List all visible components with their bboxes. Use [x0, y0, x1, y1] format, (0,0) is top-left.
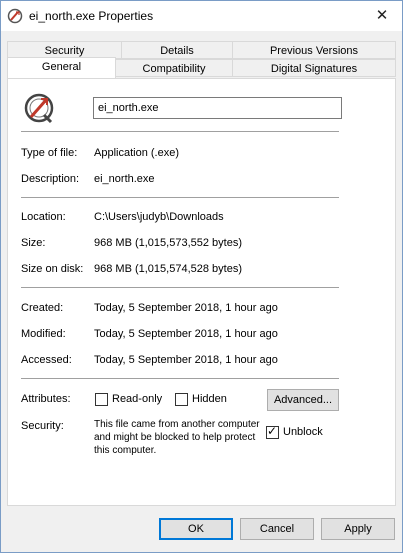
tab-previous-versions[interactable]: Previous Versions [232, 41, 396, 59]
description-value: ei_north.exe [94, 173, 155, 185]
type-of-file-value: Application (.exe) [94, 147, 179, 159]
window-title: ei_north.exe Properties [29, 9, 154, 23]
security-label: Security: [21, 420, 64, 432]
modified-value: Today, 5 September 2018, 1 hour ago [94, 328, 278, 340]
created-value: Today, 5 September 2018, 1 hour ago [94, 302, 278, 314]
divider [21, 131, 339, 132]
ok-button[interactable]: OK [159, 518, 233, 540]
divider [21, 287, 339, 288]
tab-compatibility[interactable]: Compatibility [115, 59, 233, 77]
size-on-disk-value: 968 MB (1,015,574,528 bytes) [94, 263, 242, 275]
unblock-label[interactable]: Unblock [283, 426, 323, 438]
readonly-label[interactable]: Read-only [112, 393, 162, 405]
size-on-disk-label: Size on disk: [21, 263, 84, 275]
tab-details[interactable]: Details [121, 41, 233, 59]
accessed-label: Accessed: [21, 354, 72, 366]
file-name-field[interactable]: ei_north.exe [93, 97, 342, 119]
file-icon [24, 93, 54, 124]
properties-window: ei_north.exe Properties ✕ Security Detai… [0, 0, 403, 553]
description-label: Description: [21, 173, 80, 185]
unblock-checkbox[interactable] [266, 424, 279, 439]
close-button[interactable]: ✕ [362, 1, 402, 31]
tab-digital-signatures[interactable]: Digital Signatures [232, 59, 396, 77]
divider [21, 197, 339, 198]
advanced-button[interactable]: Advanced... [267, 389, 339, 411]
general-panel: ei_north.exe Type of file: Application (… [7, 78, 396, 506]
readonly-checkbox[interactable] [95, 393, 108, 406]
close-icon: ✕ [375, 7, 389, 24]
divider [21, 378, 339, 379]
title-bar[interactable]: ei_north.exe Properties ✕ [1, 1, 402, 31]
size-label: Size: [21, 237, 46, 249]
tab-general[interactable]: General [7, 57, 116, 79]
hidden-checkbox[interactable] [175, 393, 188, 406]
security-message: This file came from another computer and… [94, 419, 260, 456]
accessed-value: Today, 5 September 2018, 1 hour ago [94, 354, 278, 366]
size-value: 968 MB (1,015,573,552 bytes) [94, 237, 242, 249]
created-label: Created: [21, 302, 64, 314]
exe-app-icon [7, 8, 23, 24]
cancel-button[interactable]: Cancel [240, 518, 314, 540]
location-label: Location: [21, 211, 66, 223]
attributes-label: Attributes: [21, 393, 71, 405]
location-value: C:\Users\judyb\Downloads [94, 211, 224, 223]
type-of-file-label: Type of file: [21, 147, 78, 159]
modified-label: Modified: [21, 328, 66, 340]
apply-button[interactable]: Apply [321, 518, 395, 540]
hidden-label[interactable]: Hidden [192, 393, 227, 405]
